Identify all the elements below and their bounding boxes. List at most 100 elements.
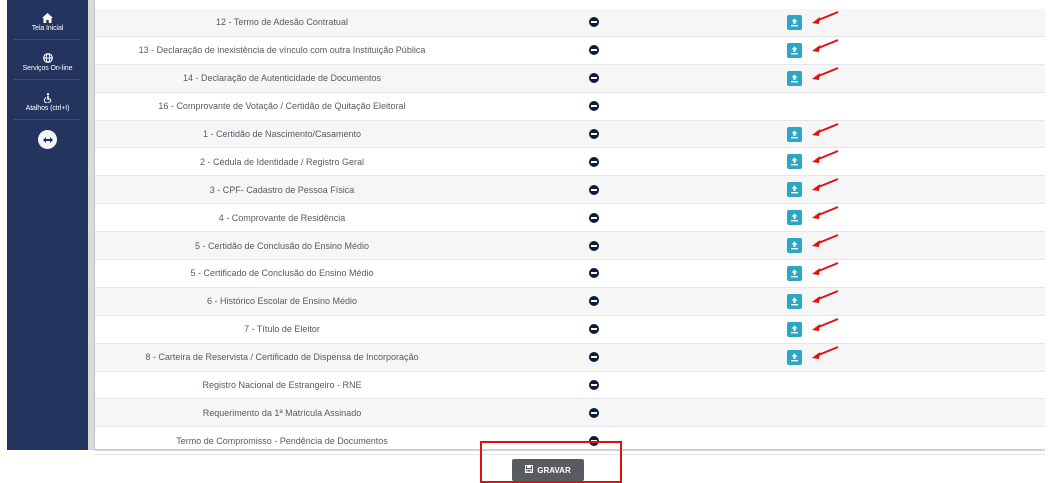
- minus-circle-icon: [589, 129, 599, 139]
- upload-icon: [790, 297, 798, 306]
- minus-circle-icon: [589, 73, 599, 84]
- upload-icon: [790, 157, 798, 166]
- upload-button[interactable]: [786, 154, 802, 170]
- sidebar-scrollbar[interactable]: [88, 0, 95, 450]
- status-cell: [469, 212, 719, 223]
- annotation-arrow-icon: [812, 66, 839, 80]
- upload-button[interactable]: [786, 349, 802, 365]
- annotation-arrow-icon: [812, 262, 839, 275]
- document-name: 6 - Histórico Escolar de Ensino Médio: [206, 296, 358, 307]
- upload-button[interactable]: [786, 42, 802, 58]
- upload-button[interactable]: [786, 265, 802, 281]
- annotation-arrow-icon: [812, 206, 839, 220]
- status-cell: [469, 184, 719, 195]
- action-cell: [719, 178, 869, 198]
- minus-circle-icon: [589, 324, 599, 335]
- table-row: 6 - Histórico Escolar de Ensino Médio: [95, 287, 1045, 316]
- action-cell: [719, 234, 869, 254]
- upload-icon: [790, 46, 798, 55]
- save-button[interactable]: GRAVAR: [512, 459, 584, 481]
- globe-icon: [42, 52, 53, 63]
- document-name: 4 - Comprovante de Residência: [218, 212, 346, 223]
- action-cell: [719, 262, 869, 281]
- status-cell: [469, 156, 719, 167]
- status-cell: [469, 240, 719, 251]
- table-row: 5 - Certificado de Conclusão do Ensino M…: [95, 260, 1045, 288]
- document-name: 2 - Cédula de Identidade / Registro Gera…: [199, 156, 365, 167]
- sidebar-item-online-services[interactable]: Serviços On-line: [14, 45, 81, 80]
- sidebar: Tela Inicial Serviços On-line Atalhos (c…: [7, 0, 88, 450]
- upload-button[interactable]: [786, 238, 802, 254]
- upload-icon: [790, 74, 798, 83]
- document-name: 14 - Declaração de Autenticidade de Docu…: [182, 73, 382, 84]
- save-button-label: GRAVAR: [537, 465, 571, 475]
- upload-icon: [790, 213, 798, 222]
- sidebar-item-shortcuts[interactable]: Atalhos (ctrl+I): [14, 85, 81, 120]
- document-name: Registro Nacional de Estrangeiro - RNE: [202, 380, 362, 391]
- upload-icon: [790, 269, 798, 278]
- sidebar-item-label: Serviços On-line: [22, 64, 73, 72]
- table-row: Requerimento da 1ª Matrícula Assinado: [95, 399, 1045, 428]
- minus-circle-icon: [589, 101, 599, 112]
- status-cell: [469, 324, 719, 335]
- upload-button[interactable]: [786, 126, 802, 142]
- status-cell: [469, 73, 719, 84]
- status-cell: [469, 268, 719, 279]
- upload-button[interactable]: [786, 210, 802, 226]
- status-cell: [469, 407, 719, 418]
- status-cell: [469, 45, 719, 56]
- upload-button[interactable]: [786, 321, 802, 337]
- status-cell: [469, 101, 719, 112]
- document-name: 8 - Carteira de Reservista / Certificado…: [145, 352, 419, 363]
- table-row: 3 - CPF- Cadastro de Pessoa Física: [95, 176, 1045, 205]
- expand-arrows-icon: [42, 134, 53, 146]
- minus-circle-icon: [589, 45, 599, 56]
- minus-circle-icon: [589, 380, 599, 391]
- action-cell: [719, 317, 869, 337]
- minus-circle-icon: [589, 17, 599, 28]
- table-row: 13 - Declaração de inexistência de víncu…: [95, 36, 1045, 65]
- accessibility-icon: [43, 92, 53, 103]
- status-cell: [469, 380, 719, 391]
- status-cell: [469, 129, 719, 139]
- table-row: 7 - Título de Eleitor: [95, 315, 1045, 344]
- document-name: Termo de Compromisso - Pendência de Docu…: [176, 435, 388, 446]
- action-cell: [719, 206, 869, 226]
- upload-button[interactable]: [786, 182, 802, 198]
- document-name: 1 - Certidão de Nascimento/Casamento: [202, 129, 362, 139]
- minus-circle-icon: [589, 268, 599, 279]
- action-cell: [719, 11, 869, 30]
- minus-circle-icon: [589, 352, 599, 363]
- table-row: 14 - Declaração de Autenticidade de Docu…: [95, 64, 1045, 93]
- status-cell: [469, 352, 719, 363]
- annotation-arrow-icon: [812, 178, 839, 192]
- document-name: 5 - Certidão de Conclusão do Ensino Médi…: [194, 240, 370, 251]
- sidebar-toggle-button[interactable]: [38, 130, 57, 149]
- table-row: 16 - Comprovante de Votação / Certidão d…: [95, 92, 1045, 121]
- sidebar-item-label: Tela Inicial: [31, 24, 64, 32]
- documents-table: 12 - Termo de Adesão Contratual 13 - Decl…: [95, 9, 1045, 456]
- upload-button[interactable]: [786, 70, 802, 86]
- table-row: 12 - Termo de Adesão Contratual: [95, 9, 1045, 37]
- upload-button[interactable]: [786, 293, 802, 309]
- upload-icon: [790, 18, 798, 27]
- annotation-arrow-icon: [812, 150, 839, 164]
- table-row: 1 - Certidão de Nascimento/Casamento: [95, 120, 1045, 149]
- action-cell: [719, 150, 869, 170]
- home-icon: [42, 12, 53, 23]
- annotation-arrow-icon: [812, 234, 839, 248]
- minus-circle-icon: [589, 296, 599, 307]
- document-name: 5 - Certificado de Conclusão do Ensino M…: [190, 268, 374, 279]
- table-row: 5 - Certidão de Conclusão do Ensino Médi…: [95, 232, 1045, 261]
- action-cell: [719, 122, 869, 142]
- annotation-arrow-icon: [812, 289, 839, 303]
- upload-button[interactable]: [786, 14, 802, 30]
- annotation-arrow-icon: [812, 11, 839, 24]
- upload-icon: [790, 241, 798, 250]
- minus-circle-icon: [589, 212, 599, 223]
- table-row: 2 - Cédula de Identidade / Registro Gera…: [95, 148, 1045, 177]
- document-name: Requerimento da 1ª Matrícula Assinado: [202, 407, 362, 418]
- annotation-arrow-icon: [812, 345, 839, 359]
- action-cell: [719, 289, 869, 309]
- sidebar-item-home[interactable]: Tela Inicial: [14, 5, 81, 40]
